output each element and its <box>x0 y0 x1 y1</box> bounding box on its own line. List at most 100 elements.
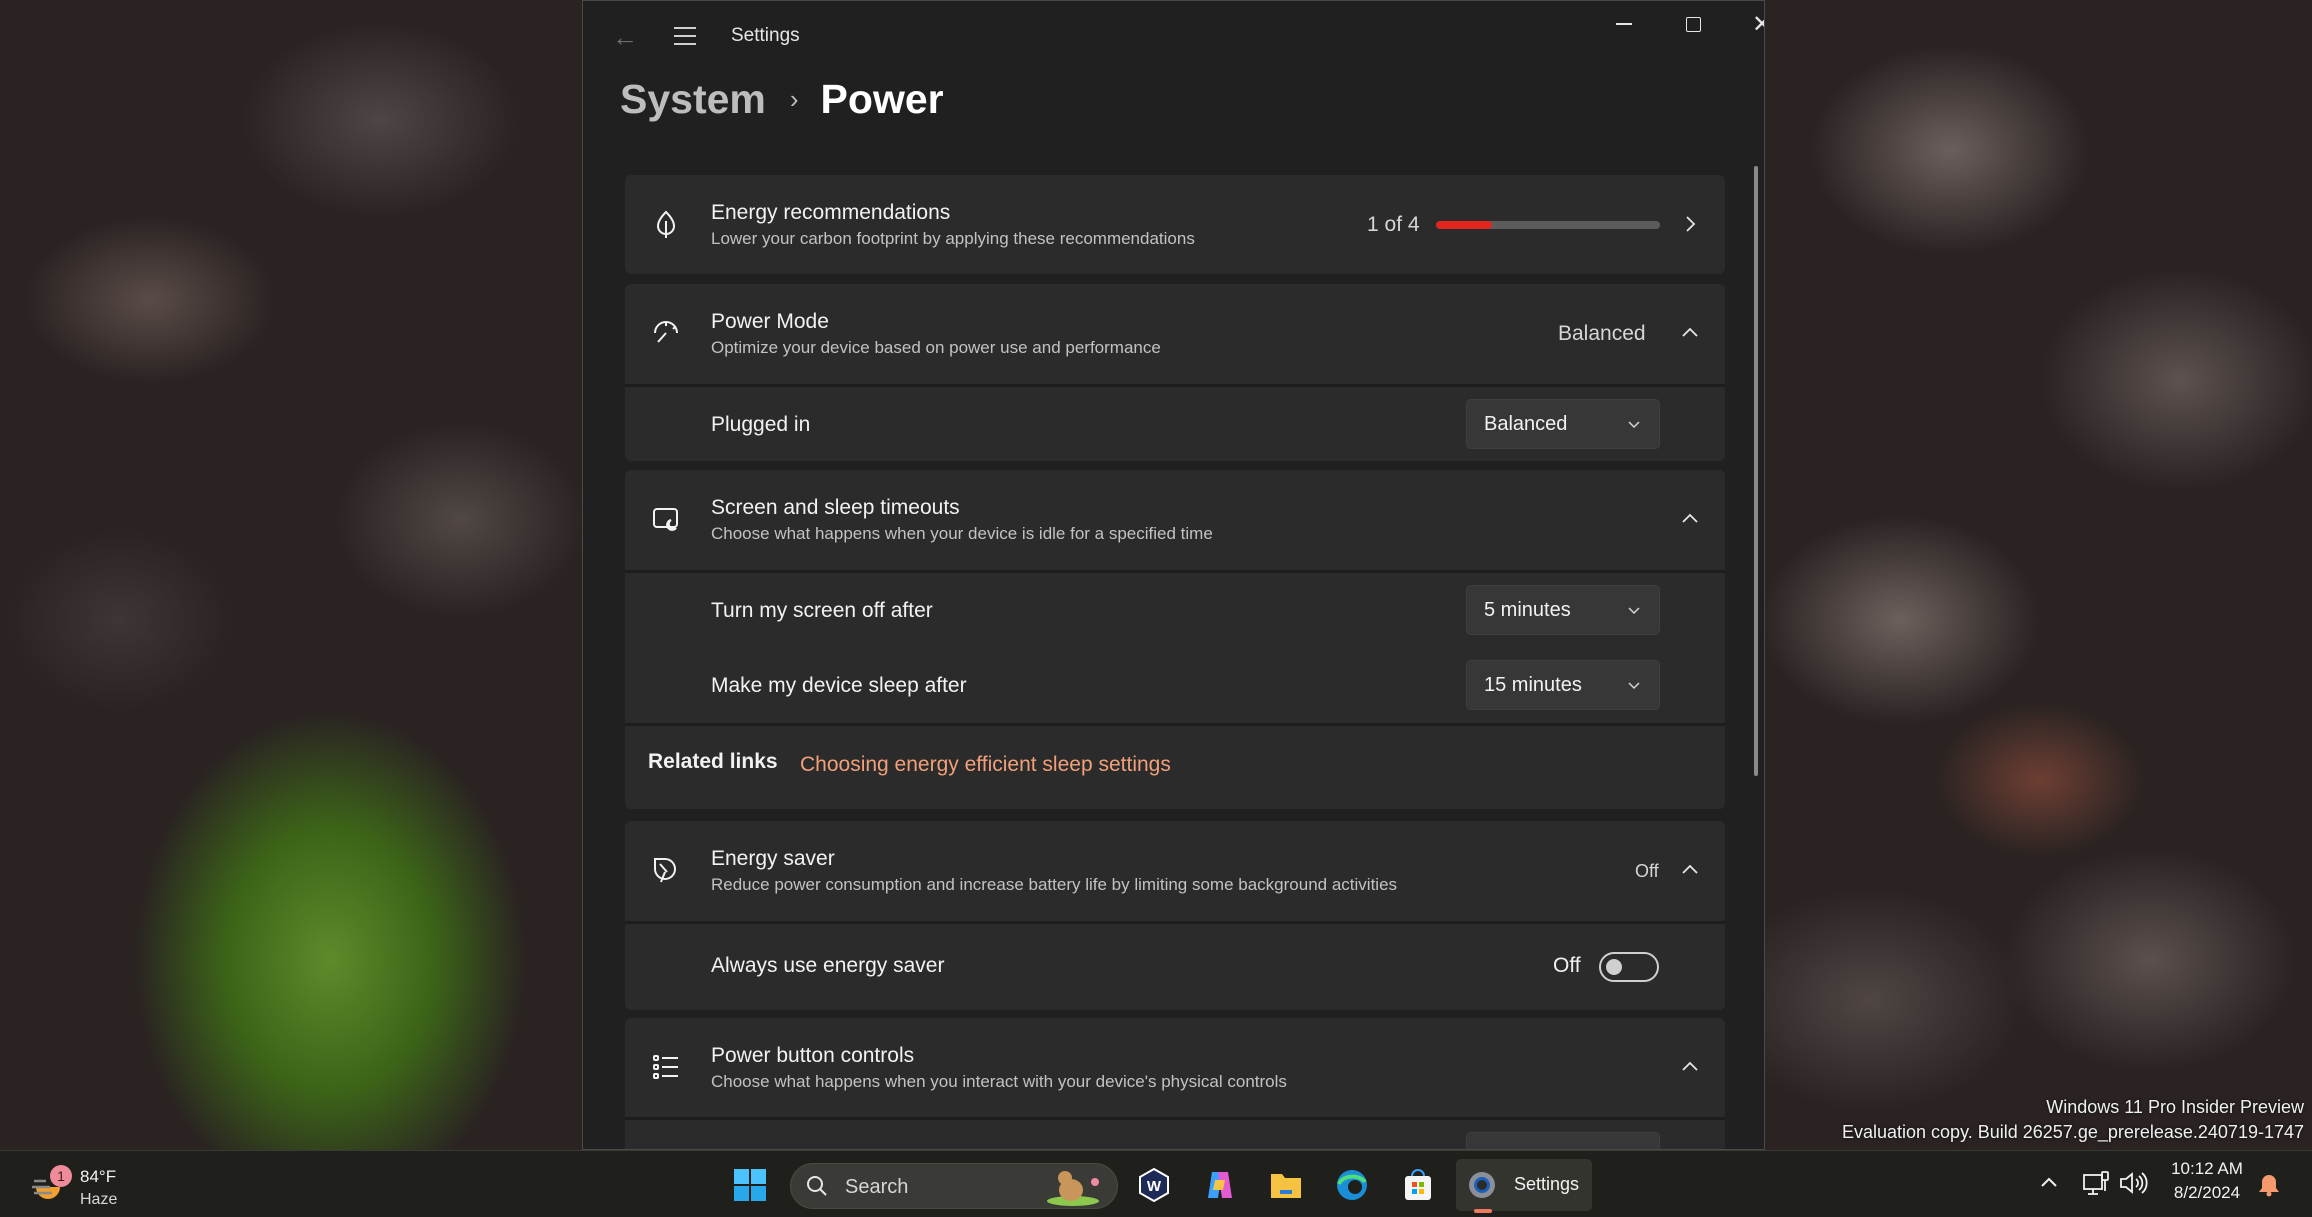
notification-badge: 1 <box>50 1165 72 1187</box>
screen-sleep-subtitle: Choose what happens when your device is … <box>711 524 1213 543</box>
chevron-up-icon[interactable] <box>1677 506 1703 532</box>
taskbar-settings[interactable]: Settings <box>1456 1159 1592 1213</box>
energy-saver-title: Energy saver <box>711 847 835 870</box>
weather-widget[interactable]: 1 84°F Haze <box>30 1159 140 1211</box>
sleep-selected: 15 minutes <box>1484 673 1582 696</box>
related-links-row: Related links Choosing energy efficient … <box>625 726 1725 809</box>
nav-menu-button[interactable] <box>667 21 703 53</box>
breadcrumb-system[interactable]: System <box>620 76 766 123</box>
toggle-knob <box>1606 959 1622 975</box>
taskbar-microsoft-store[interactable] <box>1394 1161 1442 1209</box>
settings-window: ← Settings ✕ System › Power Energy recom… <box>582 0 1765 1150</box>
recommendations-progress-fill <box>1436 221 1492 229</box>
start-button[interactable] <box>726 1161 774 1209</box>
power-mode-subtitle: Optimize your device based on power use … <box>711 338 1161 357</box>
hamburger-icon-line <box>674 43 696 45</box>
search-placeholder: Search <box>845 1176 909 1198</box>
power-button-controls-header[interactable]: Power button controls Choose what happen… <box>625 1018 1725 1117</box>
show-hidden-icons-chevron-icon[interactable] <box>2036 1169 2062 1195</box>
hamburger-icon <box>674 27 696 29</box>
power-mode-title: Power Mode <box>711 310 829 333</box>
close-icon: ✕ <box>1752 10 1764 39</box>
plugged-in-selected: Balanced <box>1484 412 1568 435</box>
weather-condition: Haze <box>80 1191 118 1208</box>
clock-time: 10:12 AM <box>2171 1159 2243 1178</box>
related-links-label: Related links <box>648 750 778 773</box>
svg-text:W: W <box>1147 1178 1162 1195</box>
screen-off-label: Turn my screen off after <box>711 599 933 622</box>
search-icon <box>807 1176 827 1196</box>
screen-sleep-header[interactable]: Screen and sleep timeouts Choose what ha… <box>625 470 1725 570</box>
power-button-controls-subtitle: Choose what happens when you interact wi… <box>711 1072 1287 1091</box>
minimize-icon <box>1616 23 1632 25</box>
chevron-up-icon[interactable] <box>1677 1054 1703 1080</box>
network-icon[interactable] <box>2082 1169 2110 1197</box>
energy-recommendations-card[interactable]: Energy recommendations Lower your carbon… <box>625 175 1725 274</box>
maximize-icon <box>1685 16 1701 32</box>
energy-saver-header[interactable]: Energy saver Reduce power consumption an… <box>625 821 1725 921</box>
copilot-icon <box>1208 1172 1232 1198</box>
energy-saver-card: Energy saver Reduce power consumption an… <box>625 821 1725 1010</box>
power-button-controls-title: Power button controls <box>711 1044 915 1067</box>
power-mode-value: Balanced <box>1558 322 1646 345</box>
plugged-in-dropdown[interactable]: Balanced <box>1466 399 1660 449</box>
maximize-button[interactable] <box>1659 1 1727 47</box>
plugged-in-row: Plugged in Balanced <box>625 387 1725 461</box>
screen-sleep-icon <box>649 502 683 536</box>
chevron-down-icon <box>1627 603 1641 617</box>
chevron-right-icon[interactable] <box>1677 211 1703 237</box>
chevron-down-icon <box>1627 678 1641 692</box>
edge-icon <box>1337 1170 1367 1200</box>
weather-temp: 84°F <box>80 1167 117 1186</box>
active-app-indicator <box>1474 1209 1492 1213</box>
plugged-in-label: Plugged in <box>711 413 811 436</box>
store-icon <box>1405 1169 1431 1200</box>
sleep-dropdown[interactable]: 15 minutes <box>1466 660 1660 710</box>
page-title: Power <box>820 75 944 122</box>
power-button-dropdown[interactable] <box>1466 1132 1660 1149</box>
w-app-icon: W <box>1139 1168 1169 1202</box>
always-energy-saver-row: Always use energy saver Off <box>625 924 1725 1010</box>
search-highlight-illustration-icon <box>1047 1171 1099 1206</box>
arrow-left-icon: ← <box>612 22 638 52</box>
power-button-controls-card: Power button controls Choose what happen… <box>625 1018 1725 1149</box>
taskbar-copilot[interactable] <box>1196 1161 1244 1209</box>
taskbar-edge[interactable] <box>1328 1161 1376 1209</box>
notification-bell-icon[interactable] <box>2258 1173 2280 1197</box>
folder-icon <box>1271 1174 1301 1198</box>
taskbar-clock[interactable]: 10:12 AM 8/2/2024 <box>2162 1159 2252 1203</box>
chevron-up-icon[interactable] <box>1677 857 1703 883</box>
power-mode-card: Power Mode Optimize your device based on… <box>625 284 1725 461</box>
energy-efficient-sleep-link[interactable]: Choosing energy efficient sleep settings <box>800 753 1171 777</box>
breadcrumb: System › Power <box>620 71 944 127</box>
energy-saver-status: Off <box>1635 861 1659 881</box>
taskbar: 1 84°F Haze Search W Settings 10:12 AM 8… <box>0 1150 2312 1217</box>
taskbar-search[interactable]: Search <box>790 1163 1118 1209</box>
scrollbar[interactable] <box>1754 166 1758 776</box>
taskbar-file-explorer[interactable] <box>1262 1161 1310 1209</box>
power-mode-header[interactable]: Power Mode Optimize your device based on… <box>625 284 1725 384</box>
sleep-label: Make my device sleep after <box>711 674 967 697</box>
energy-recommendations-title: Energy recommendations <box>711 201 951 224</box>
close-button[interactable]: ✕ <box>1728 1 1764 47</box>
taskbar-app-w[interactable]: W <box>1130 1161 1178 1209</box>
chevron-up-icon[interactable] <box>1677 320 1703 346</box>
power-button-row-partial <box>625 1120 1725 1149</box>
timeouts-rows: Turn my screen off after 5 minutes Make … <box>625 573 1725 723</box>
back-button[interactable]: ← <box>607 19 643 55</box>
hamburger-icon-line <box>674 35 696 37</box>
screen-sleep-card: Screen and sleep timeouts Choose what ha… <box>625 470 1725 809</box>
energy-saver-icon <box>649 853 683 887</box>
windows-logo-icon <box>734 1169 766 1201</box>
always-energy-saver-toggle[interactable] <box>1599 952 1659 982</box>
screen-sleep-title: Screen and sleep timeouts <box>711 496 960 519</box>
gauge-icon <box>649 316 683 350</box>
volume-icon[interactable] <box>2118 1169 2148 1197</box>
minimize-button[interactable] <box>1590 1 1658 47</box>
settings-gear-icon <box>1469 1172 1495 1198</box>
recommendations-progress-bar <box>1436 221 1660 229</box>
recommendations-count: 1 of 4 <box>1367 213 1420 236</box>
screen-off-dropdown[interactable]: 5 minutes <box>1466 585 1660 635</box>
energy-saver-subtitle: Reduce power consumption and increase ba… <box>711 875 1398 894</box>
screen-off-selected: 5 minutes <box>1484 598 1571 621</box>
